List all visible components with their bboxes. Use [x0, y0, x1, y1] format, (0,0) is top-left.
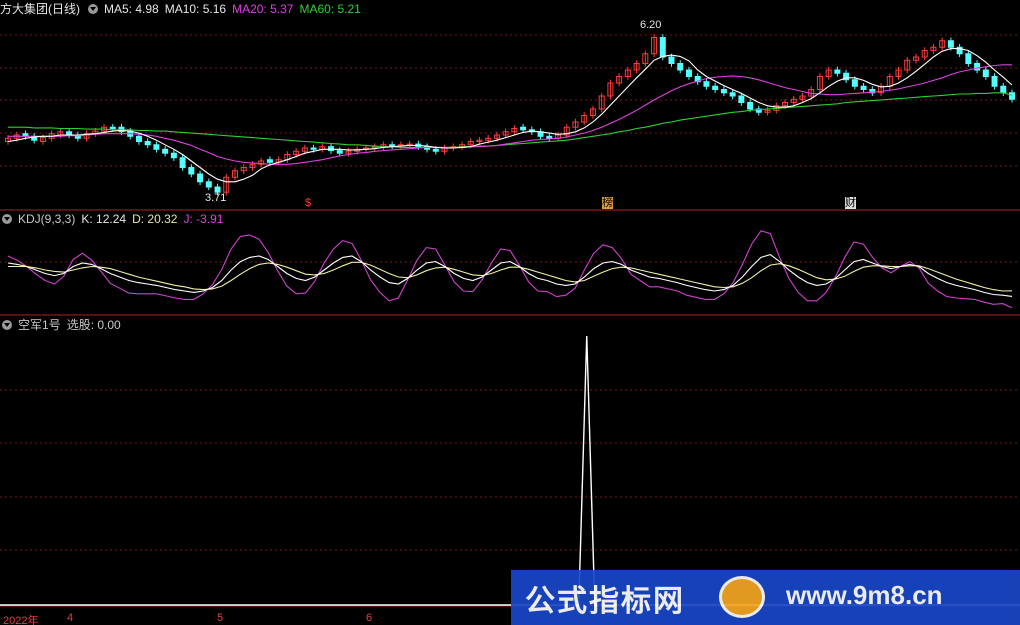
ma5-line [7, 48, 1013, 183]
watermark-url: www.9m8.cn [786, 580, 943, 610]
candle-body [668, 56, 675, 64]
candle-body [747, 102, 754, 110]
candle-body [135, 135, 142, 143]
ma60-label: MA60: 5.21 [299, 2, 361, 16]
candle-body [188, 167, 195, 175]
candle-body [738, 95, 745, 103]
event-mark-bang[interactable]: 榜 [602, 197, 613, 209]
candle-body [720, 89, 727, 94]
signal-title: 空军1号 [18, 318, 61, 332]
kdj-toggle-icon[interactable] [2, 214, 12, 224]
event-mark-dollar[interactable]: $ [305, 197, 311, 209]
stock-chart: 方大集团(日线) MA5: 4.98 MA10: 5.16 MA20: 5.37 MA6… [0, 0, 1020, 625]
kdj-d-line [8, 261, 1013, 292]
candle-body [520, 126, 527, 131]
main-legend: 方大集团(日线) MA5: 4.98 MA10: 5.16 MA20: 5.37 MA6… [0, 1, 367, 17]
candle-body [947, 40, 954, 48]
watermark-text: 公式指标网 [525, 585, 685, 618]
chart-canvas [0, 34, 1020, 607]
candle-body [266, 159, 273, 163]
candle-body [170, 152, 177, 159]
candle-body [991, 76, 998, 87]
watermark-logo-icon [719, 576, 765, 618]
kdj-legend: KDJ(9,3,3) K: 12.24 D: 20.32 J: -3.91 [0, 211, 229, 227]
signal-toggle-icon[interactable] [2, 320, 12, 330]
kdj-title: KDJ(9,3,3) [18, 212, 76, 226]
candle-body [179, 157, 186, 168]
candle-body [109, 126, 116, 129]
candle-body [860, 85, 867, 90]
stock-title: 方大集团(日线) [0, 2, 80, 16]
candle-body [851, 79, 858, 87]
kdj-d-label: D: 20.32 [132, 212, 178, 226]
ma60-line [8, 92, 1013, 148]
candle-body [677, 63, 684, 71]
watermark-banner: 公式指标网 www.9m8.cn [511, 570, 1020, 625]
kdj-j-label: J: -3.91 [183, 212, 224, 226]
ma10-label: MA10: 5.16 [164, 2, 227, 16]
candle-body [965, 53, 972, 64]
candle-body [144, 141, 151, 146]
x-tick-4: 4 [67, 612, 74, 624]
candle-body [205, 181, 212, 188]
candle-body [153, 144, 160, 150]
kdj-k-label: K: 12.24 [81, 212, 127, 226]
candle-body [162, 148, 169, 154]
candle-body [336, 150, 343, 154]
candle-body [389, 144, 396, 147]
candle-body [328, 146, 335, 152]
candle-body [546, 135, 553, 139]
ma5-label: MA5: 4.98 [104, 2, 159, 16]
candle-body [982, 69, 989, 77]
signal-legend: 空军1号 选股: 0.00 [0, 317, 127, 333]
kdj-k-line [7, 253, 1013, 297]
candle-body [197, 173, 204, 183]
ma20-label: MA20: 5.37 [232, 2, 294, 16]
x-tick-5: 5 [217, 612, 224, 624]
candle-body [834, 69, 841, 74]
candle-body [703, 81, 710, 87]
candle-body [1000, 85, 1007, 94]
legend-toggle-icon[interactable] [88, 4, 98, 14]
candle-body [310, 147, 317, 150]
candle-body [432, 148, 439, 152]
candle-body [729, 92, 736, 97]
x-tick-year: 2022年 [3, 615, 39, 625]
event-mark-cai[interactable]: 财 [845, 197, 856, 209]
candle-body [712, 85, 719, 90]
signal-value: 选股: 0.00 [66, 318, 121, 332]
low-price-label: 3.71 [205, 192, 227, 204]
high-price-label: 6.20 [640, 19, 662, 31]
candle-body [659, 37, 666, 58]
candle-body [685, 69, 692, 77]
kdj-j-line [7, 230, 1013, 309]
x-tick-6: 6 [366, 612, 373, 624]
signal-line [0, 335, 1020, 606]
candle-body [1009, 92, 1015, 100]
